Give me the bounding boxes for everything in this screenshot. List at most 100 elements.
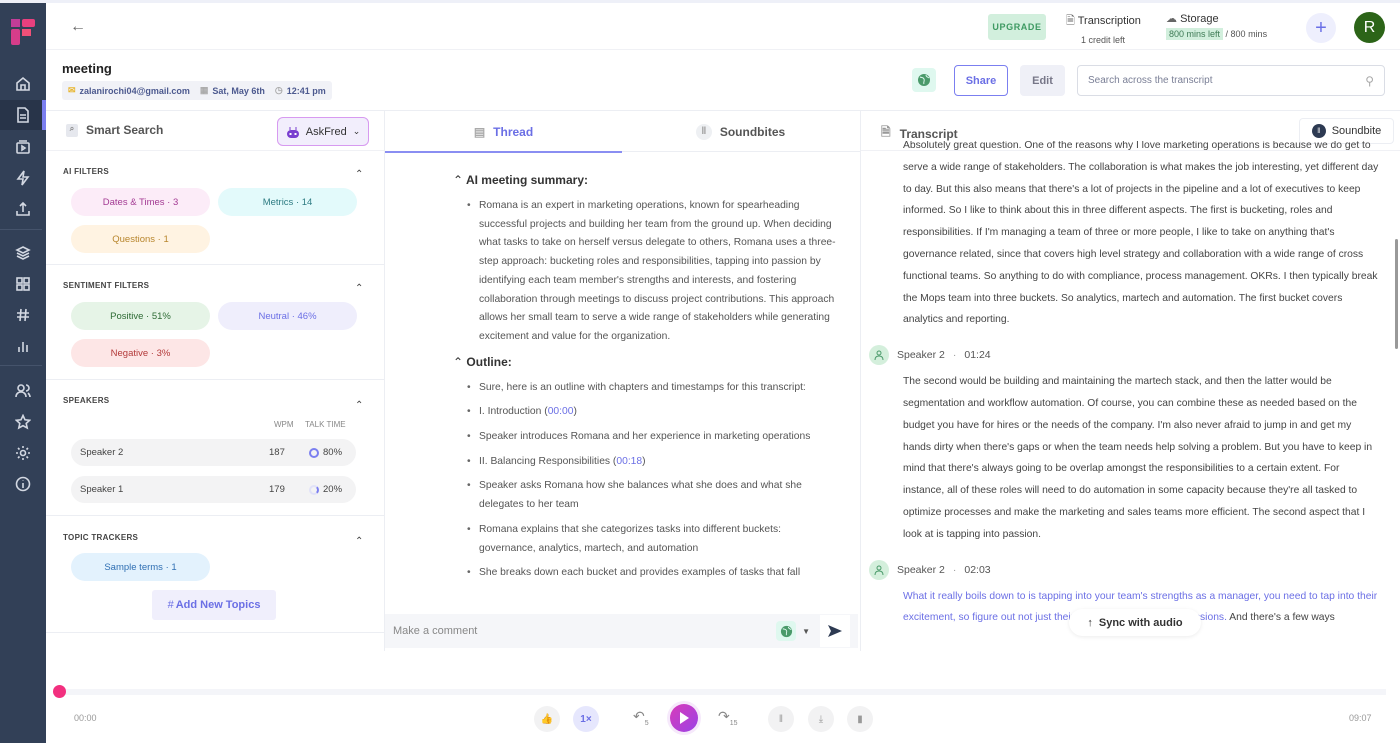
collapse-speakers-icon[interactable]: ⌃ xyxy=(355,400,363,411)
soundbite-icon: ‖ xyxy=(1311,124,1326,138)
outline-timestamp-link[interactable]: 00:18 xyxy=(616,456,642,467)
sidebar-item-analytics[interactable] xyxy=(0,331,46,361)
globe-icon xyxy=(780,625,792,637)
chat-icon: ▤ xyxy=(473,124,486,139)
edit-button[interactable]: Edit xyxy=(1020,65,1065,96)
sidebar-item-apps[interactable] xyxy=(0,269,46,299)
sidebar-item-integrations[interactable] xyxy=(0,163,46,193)
filter-chip-questions[interactable]: Questions · 1 xyxy=(71,225,210,253)
thumbs-up-icon: 👍 xyxy=(540,713,554,725)
transcript-scrollbar[interactable] xyxy=(1395,239,1398,349)
meeting-title: meeting xyxy=(62,61,112,76)
filter-chip-dates[interactable]: Dates & Times · 3 xyxy=(71,188,210,216)
transcript-panel: 🗎 Transcript ‖ Soundbite Absolutely great … xyxy=(860,111,1400,651)
star-icon xyxy=(15,414,31,430)
speaker-row[interactable]: Speaker 2 187 80% xyxy=(71,439,356,466)
outline-heading[interactable]: ⌃ Outline: xyxy=(453,355,836,369)
sentiment-chip-neutral[interactable]: Neutral · 46% xyxy=(218,302,357,330)
sentiment-chip-negative[interactable]: Negative · 3% xyxy=(71,339,210,367)
user-avatar[interactable]: R xyxy=(1354,12,1385,43)
sidebar-item-info[interactable] xyxy=(0,469,46,499)
sentiment-filters-section: SENTIMENT FILTERS ⌃ Positive · 51% Neutr… xyxy=(46,265,384,380)
tab-thread-label: Thread xyxy=(493,124,534,139)
chip-label: Sample terms · 1 xyxy=(104,561,177,573)
sidebar-item-meetings[interactable] xyxy=(0,132,46,162)
speaker-name[interactable]: Speaker 2 xyxy=(897,349,945,361)
comment-input[interactable] xyxy=(393,625,777,637)
sidebar-item-upload[interactable] xyxy=(0,194,46,224)
hashtag-icon: # xyxy=(167,599,174,611)
upgrade-button[interactable]: UPGRADE xyxy=(988,14,1046,40)
summary-heading[interactable]: ⌃ AI meeting summary: xyxy=(453,173,836,187)
transcript-search-input[interactable] xyxy=(1088,75,1348,86)
speaker-name[interactable]: Speaker 2 xyxy=(897,564,945,576)
filter-chip-metrics[interactable]: Metrics · 14 xyxy=(218,188,357,216)
play-button[interactable] xyxy=(670,704,698,732)
tab-soundbites-label: Soundbites xyxy=(719,124,786,139)
play-icon xyxy=(680,712,689,724)
delete-button[interactable]: ▮ xyxy=(847,706,873,732)
comment-visibility-button[interactable] xyxy=(776,621,797,641)
send-icon xyxy=(828,625,842,637)
chip-label: Negative · 3% xyxy=(110,347,171,359)
home-icon xyxy=(16,76,30,91)
progress-handle[interactable] xyxy=(53,685,66,698)
outline-timestamp-link[interactable]: 00:00 xyxy=(548,406,574,417)
transcript-text: The second would be building and maintai… xyxy=(903,376,1373,540)
speaker-row[interactable]: Speaker 1 179 20% xyxy=(71,476,356,503)
tab-soundbites[interactable]: ‖ Soundbites xyxy=(622,111,859,152)
transcript-body: Absolutely great question. One of the re… xyxy=(861,141,1391,651)
search-icon[interactable]: ⚲ xyxy=(1365,74,1374,88)
forward-button[interactable]: ↷15 xyxy=(718,708,738,727)
tab-thread[interactable]: ▤ Thread xyxy=(385,111,622,153)
sidebar-item-topics[interactable] xyxy=(0,300,46,330)
rewind-button[interactable]: ↶5 xyxy=(633,708,649,727)
chip-label: Neutral · 46% xyxy=(258,310,317,322)
outline-text: I. Introduction ( xyxy=(479,406,548,418)
share-button[interactable]: Share xyxy=(954,65,1008,96)
outline-text: Sure, here is an outline with chapters a… xyxy=(479,381,806,393)
speaker-label: Speaker 2 · 01:24 xyxy=(861,345,1391,366)
progress-track[interactable] xyxy=(56,689,1386,695)
sidebar-item-settings[interactable] xyxy=(0,438,46,468)
caret-down-icon[interactable]: ▼ xyxy=(802,627,810,636)
speaker-timestamp[interactable]: 01:24 xyxy=(964,349,990,361)
sidebar-item-notes[interactable] xyxy=(0,100,46,130)
speed-button[interactable]: 1× xyxy=(573,706,599,732)
sidebar-item-channels[interactable] xyxy=(0,238,46,268)
outline-text: ) xyxy=(573,406,577,418)
send-comment-button[interactable] xyxy=(820,615,850,647)
talk-time-header: TALK TIME xyxy=(305,420,346,429)
app-logo[interactable] xyxy=(11,19,35,45)
like-button[interactable]: 👍 xyxy=(534,706,560,732)
collapse-topics-icon[interactable]: ⌃ xyxy=(355,536,363,547)
speaker-timestamp[interactable]: 02:03 xyxy=(964,564,990,576)
sync-with-audio-button[interactable]: ↑ Sync with audio xyxy=(1069,609,1201,636)
askfred-button[interactable]: AskFred ⌄ xyxy=(277,117,369,146)
transcript-text-rest: And there's a few ways xyxy=(1226,612,1335,624)
sidebar-item-team[interactable] xyxy=(0,376,46,406)
sidebar-item-home[interactable] xyxy=(0,69,46,99)
organizer-email: zalanirochi04@gmail.com xyxy=(79,85,190,96)
topic-chip[interactable]: Sample terms · 1 xyxy=(71,553,210,581)
smart-search-panel: ⌕ Smart Search AskFred ⌄ AI FILTERS ⌃ Dat… xyxy=(46,111,385,651)
download-button[interactable]: ⤓ xyxy=(808,706,834,732)
language-button[interactable] xyxy=(912,68,936,92)
outline-heading-text: Outline: xyxy=(466,354,512,369)
outline-item: Speaker introduces Romana and her experi… xyxy=(467,428,836,447)
collapse-ai-filters-icon[interactable]: ⌃ xyxy=(355,169,363,180)
add-new-topics-button[interactable]: # Add New Topics xyxy=(152,590,276,620)
soundbite-label: Soundbite xyxy=(1331,125,1382,137)
lightning-icon xyxy=(16,170,30,186)
add-button[interactable]: + xyxy=(1306,13,1336,43)
sentiment-chip-positive[interactable]: Positive · 51% xyxy=(71,302,210,330)
transcript-text: Absolutely great question. One of the re… xyxy=(903,141,1379,326)
back-arrow-icon[interactable]: ← xyxy=(70,18,86,36)
sidebar-item-favorites[interactable] xyxy=(0,407,46,437)
collapse-sentiment-icon[interactable]: ⌃ xyxy=(355,283,363,294)
create-soundbite-button[interactable]: ‖ xyxy=(768,706,794,732)
smart-search-icon: ⌕ xyxy=(66,123,78,137)
speaker-wpm: 187 xyxy=(269,447,285,458)
outline-text: II. Balancing Responsibilities ( xyxy=(479,455,617,467)
sync-label: Sync with audio xyxy=(1098,616,1183,629)
